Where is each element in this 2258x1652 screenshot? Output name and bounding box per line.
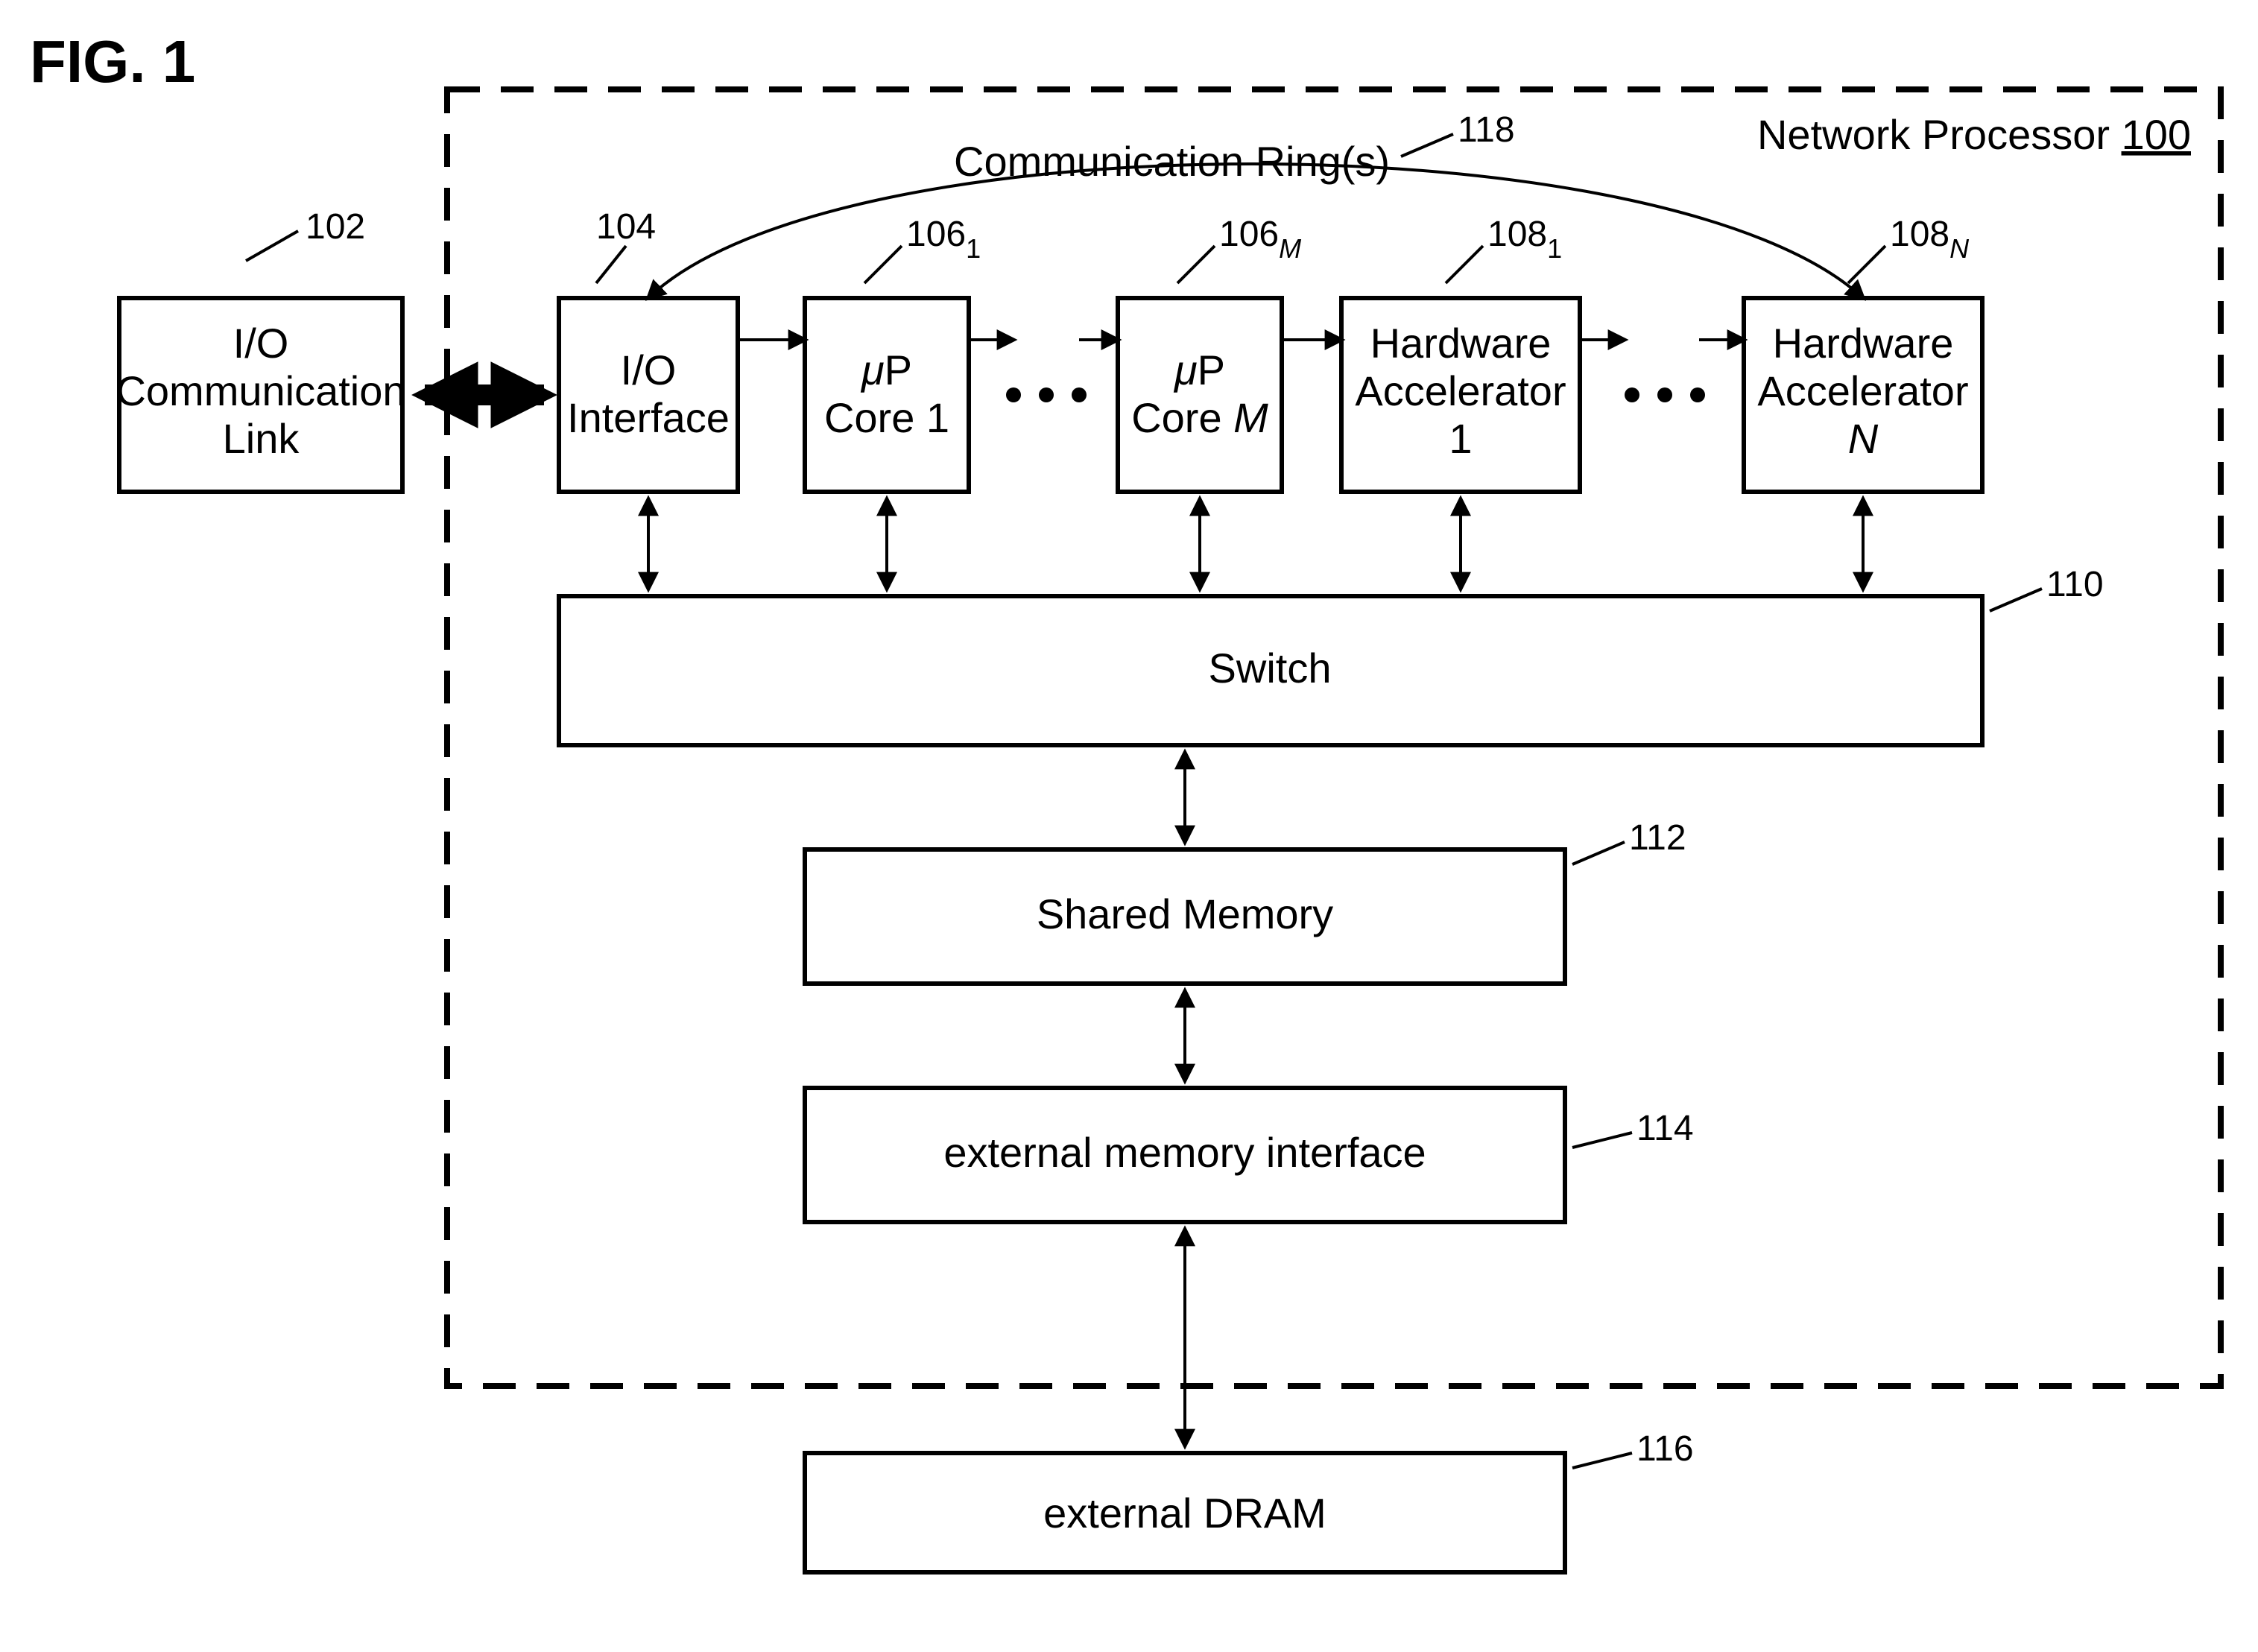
svg-text:Interface: Interface [567, 394, 730, 441]
network-processor-title: Network Processor 100 [1757, 111, 2191, 158]
shared-memory-block: Shared Memory 112 [805, 818, 1686, 984]
svg-text:Hardware: Hardware [1773, 320, 1954, 367]
svg-text:106M: 106M [1219, 215, 1301, 264]
svg-text:112: 112 [1629, 818, 1686, 858]
dram-block: external DRAM 116 [805, 1429, 1694, 1572]
svg-text:Shared Memory: Shared Memory [1037, 890, 1333, 937]
svg-text:I/O: I/O [233, 320, 289, 367]
accel1-block: Hardware Accelerator 1 1081 [1341, 215, 1580, 492]
comm-ring-label: Communication Ring(s) [954, 138, 1390, 185]
emi-block: external memory interface 114 [805, 1088, 1694, 1222]
svg-text:102: 102 [306, 207, 365, 247]
ellipsis-cores [1006, 387, 1087, 402]
io-interface-block: I/O Interface 104 [559, 207, 738, 492]
svg-text:μP: μP [1173, 346, 1225, 393]
svg-text:1081: 1081 [1487, 215, 1562, 264]
ellipsis-accels [1625, 387, 1705, 402]
svg-text:Core M: Core M [1131, 394, 1268, 441]
figure-label: FIG. 1 [30, 28, 195, 95]
accelN-block: Hardware Accelerator N 108N [1744, 215, 1982, 492]
coreM-block: μP Core M 106M [1118, 215, 1301, 492]
svg-text:μP: μP [860, 346, 912, 393]
svg-text:1061: 1061 [906, 215, 981, 264]
svg-text:118: 118 [1458, 110, 1515, 150]
svg-text:external DRAM: external DRAM [1043, 1490, 1326, 1537]
svg-text:110: 110 [2046, 565, 2104, 604]
svg-text:Hardware: Hardware [1370, 320, 1552, 367]
svg-text:114: 114 [1636, 1109, 1694, 1148]
switch-block: Switch 110 [559, 565, 2104, 745]
svg-text:Accelerator: Accelerator [1355, 367, 1566, 414]
svg-text:108N: 108N [1890, 215, 1970, 264]
svg-text:Link: Link [223, 415, 300, 462]
io-link-block: I/O Communication Link 102 [116, 207, 405, 492]
svg-text:116: 116 [1636, 1429, 1694, 1469]
diagram: FIG. 1 Network Processor 100 I/O Communi… [0, 0, 2258, 1651]
svg-text:104: 104 [596, 207, 656, 247]
svg-text:Communication: Communication [116, 367, 405, 414]
svg-text:I/O: I/O [621, 346, 677, 393]
svg-text:1: 1 [1449, 415, 1472, 462]
svg-text:Core 1: Core 1 [824, 394, 949, 441]
svg-text:N: N [1848, 415, 1879, 462]
svg-text:Accelerator: Accelerator [1757, 367, 1968, 414]
svg-text:Switch: Switch [1209, 645, 1332, 692]
core1-block: μP Core 1 1061 [805, 215, 981, 492]
svg-text:external memory interface: external memory interface [943, 1129, 1426, 1176]
